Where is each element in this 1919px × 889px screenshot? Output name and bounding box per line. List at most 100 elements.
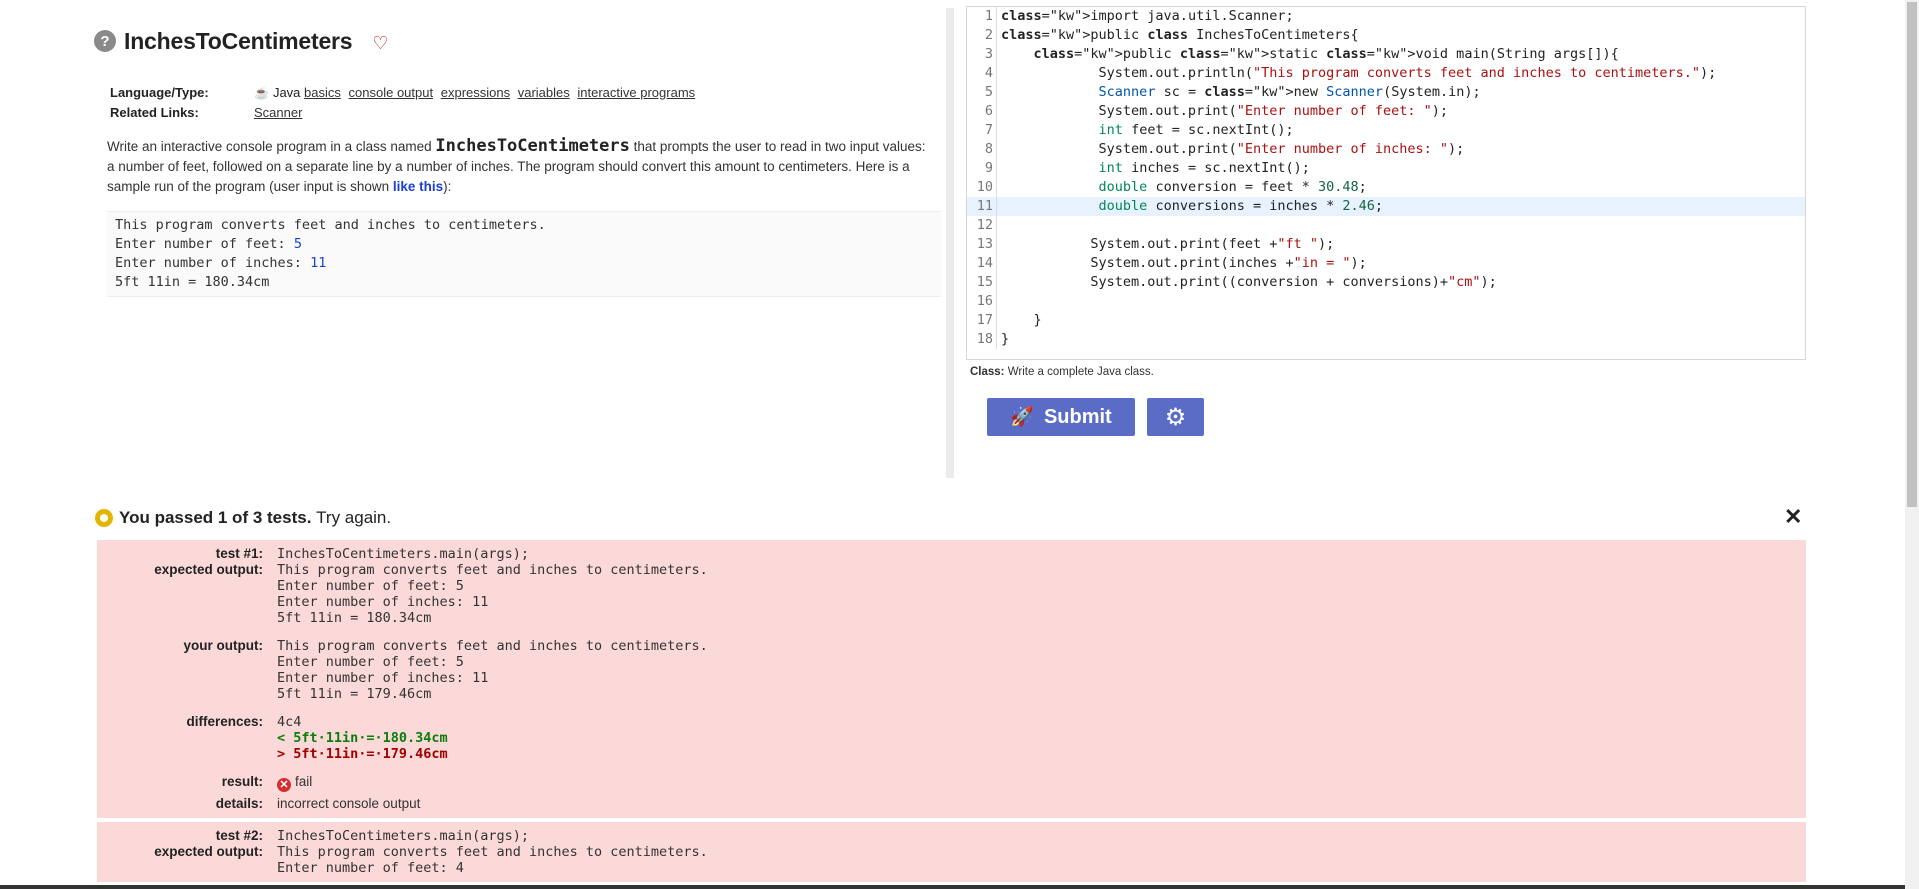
line-number: 2 — [967, 26, 997, 45]
sample-user-input: 5 — [293, 236, 302, 252]
language-name: Java — [272, 84, 301, 100]
code-text: class="kw">public class InchesToCentimet… — [1001, 27, 1359, 43]
class-note: Class: Write a complete Java class. — [970, 366, 1154, 378]
code-text: class="kw">import java.util.Scanner; — [1001, 8, 1294, 24]
code-line[interactable]: 9 int inches = sc.nextInt(); — [967, 159, 1805, 178]
line-number: 3 — [967, 45, 997, 64]
line-number: 16 — [967, 292, 997, 311]
sample-line: Enter number of inches: 11 — [115, 255, 327, 271]
topic-link-expressions[interactable]: expressions — [441, 85, 510, 100]
test-call: InchesToCentimeters.main(args); — [277, 546, 529, 562]
page-scrollbar[interactable] — [1905, 0, 1919, 889]
code-text: } — [1001, 312, 1042, 328]
topic-link-basics[interactable]: basics — [304, 85, 341, 100]
results-summary: You passed 1 of 3 tests. Try again. — [95, 508, 391, 528]
code-line[interactable]: 18} — [967, 330, 1805, 349]
code-text: System.out.print(feet +"ft "); — [1001, 236, 1335, 252]
code-line[interactable]: 5 Scanner sc = class="kw">new Scanner(Sy… — [967, 83, 1805, 102]
diff-expected-line: < 5ft·11in·=·180.34cm — [277, 730, 448, 746]
code-text: Scanner sc = class="kw">new Scanner(Syst… — [1098, 84, 1481, 100]
sample-line: 5ft 11in = 180.34cm — [115, 274, 270, 290]
code-text: double conversions = inches * 2.46; — [1098, 198, 1384, 214]
favorite-heart-icon[interactable]: ♡ — [372, 33, 388, 54]
line-number: 6 — [967, 102, 997, 121]
line-number: 9 — [967, 159, 997, 178]
partial-pass-icon — [95, 509, 113, 527]
code-line[interactable]: 11 double conversions = inches * 2.46; — [967, 197, 1805, 216]
sample-line: This program converts feet and inches to… — [115, 217, 546, 233]
expected-output: This program converts feet and inches to… — [277, 562, 708, 626]
code-line[interactable]: 6 System.out.print("Enter number of feet… — [967, 102, 1805, 121]
language-value: ☕ Java basics console output expressions … — [254, 85, 699, 100]
test-results: test #1: InchesToCentimeters.main(args); … — [97, 540, 1806, 886]
code-line[interactable]: 3 class="kw">public class="kw">static cl… — [967, 45, 1805, 64]
code-line[interactable]: 4 System.out.println("This program conve… — [967, 64, 1805, 83]
test-call: InchesToCentimeters.main(args); — [277, 828, 529, 844]
line-number: 15 — [967, 273, 997, 292]
code-line[interactable]: 16 — [967, 292, 1805, 311]
result-label: result: — [221, 774, 263, 789]
line-number: 12 — [967, 216, 997, 235]
code-line[interactable]: 1 class="kw">import java.util.Scanner; — [967, 7, 1805, 26]
code-text: System.out.println("This program convert… — [1001, 65, 1717, 81]
actual-output: This program converts feet and inches to… — [277, 638, 708, 702]
test-label: test #1: — [215, 546, 263, 561]
line-number: 4 — [967, 64, 997, 83]
scrollbar-thumb[interactable] — [1907, 2, 1917, 507]
settings-button[interactable]: ⚙ — [1147, 398, 1204, 436]
line-number: 11 — [967, 197, 997, 216]
line-number: 7 — [967, 121, 997, 140]
related-links-label: Related Links: — [110, 104, 199, 120]
java-icon: ☕ — [254, 85, 269, 100]
close-results-icon[interactable]: ✕ — [1784, 504, 1802, 530]
expected-output: This program converts feet and inches to… — [277, 844, 708, 876]
expected-label: expected output: — [154, 562, 263, 577]
problem-panel: ? InchesToCentimeters ♡ Language/Type: ☕… — [94, 20, 941, 297]
diff-label: differences: — [186, 714, 263, 729]
sample-line: Enter number of feet: 5 — [115, 236, 302, 252]
code-editor[interactable]: 1 class="kw">import java.util.Scanner; 2 cl… — [966, 6, 1806, 360]
code-line[interactable]: 12 — [967, 216, 1805, 235]
expected-label: expected output: — [154, 844, 263, 859]
test-result-2: test #2: InchesToCentimeters.main(args); … — [97, 822, 1806, 882]
code-line[interactable]: 7 int feet = sc.nextInt(); — [967, 121, 1805, 140]
gear-icon: ⚙ — [1164, 403, 1187, 431]
submit-button[interactable]: 🚀 Submit — [987, 398, 1135, 436]
code-line[interactable]: 8 System.out.print("Enter number of inch… — [967, 140, 1805, 159]
code-line[interactable]: 14 System.out.print(inches +"in = "); — [967, 254, 1805, 273]
line-number: 8 — [967, 140, 997, 159]
sample-run: This program converts feet and inches to… — [107, 211, 941, 297]
line-number: 14 — [967, 254, 997, 273]
help-icon[interactable]: ? — [94, 30, 116, 52]
topic-link-console-output[interactable]: console output — [349, 85, 434, 100]
code-text: System.out.print((conversion + conversio… — [1001, 274, 1497, 290]
code-text: class="kw">public class="kw">static clas… — [1033, 46, 1619, 62]
desc-like-this: like this — [392, 179, 444, 194]
problem-meta: Language/Type: ☕ Java basics console outp… — [110, 82, 928, 122]
summary-bold: You passed 1 of 3 tests. — [119, 508, 312, 527]
code-text: int inches = sc.nextInt(); — [1098, 160, 1310, 176]
test-label: test #2: — [215, 828, 263, 843]
language-label: Language/Type: — [110, 84, 209, 100]
topic-link-interactive-programs[interactable]: interactive programs — [577, 85, 695, 100]
sample-user-input: 11 — [310, 255, 327, 271]
topic-link-variables[interactable]: variables — [518, 85, 570, 100]
line-number: 5 — [967, 83, 997, 102]
actual-label: your output: — [183, 638, 263, 653]
code-line[interactable]: 15 System.out.print((conversion + conver… — [967, 273, 1805, 292]
related-link-scanner[interactable]: Scanner — [254, 105, 302, 120]
fail-icon: ✕ — [277, 778, 291, 792]
rocket-icon: 🚀 — [1010, 407, 1034, 428]
line-number: 13 — [967, 235, 997, 254]
code-text: System.out.print("Enter number of inches… — [1001, 141, 1465, 157]
panel-divider[interactable] — [946, 8, 954, 478]
code-line[interactable]: 2 class="kw">public class InchesToCentime… — [967, 26, 1805, 45]
line-number: 18 — [967, 330, 997, 349]
code-text: System.out.print("Enter number of feet: … — [1001, 103, 1449, 119]
diff-actual-line: > 5ft·11in·=·179.46cm — [277, 746, 448, 762]
desc-text-3: ): — [443, 179, 452, 194]
code-line[interactable]: 17 } — [967, 311, 1805, 330]
code-line[interactable]: 13 System.out.print(feet +"ft "); — [967, 235, 1805, 254]
code-line[interactable]: 10 double conversion = feet * 30.48; — [967, 178, 1805, 197]
code-text: System.out.print(inches +"in = "); — [1001, 255, 1367, 271]
